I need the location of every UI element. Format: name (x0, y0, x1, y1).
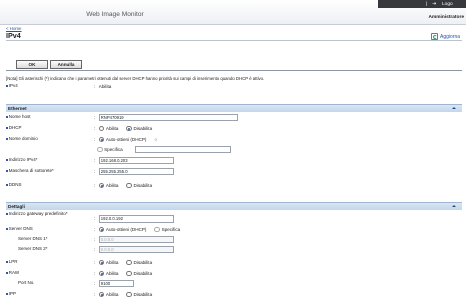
collapse-icon[interactable] (452, 107, 456, 110)
ddns-disable-option[interactable]: Disabilita (126, 182, 152, 189)
domain-specify-radio[interactable] (97, 146, 103, 153)
ipv4-label: IPv4 (6, 83, 70, 89)
ethernet-section-title: Ethernet (8, 106, 27, 111)
domain-auto-circle-icon: ○ (154, 137, 158, 142)
raw-enable-option[interactable]: Abilita (98, 270, 118, 277)
dhcp-disable-radio[interactable] (126, 125, 132, 132)
lpr-disable-radio[interactable] (126, 259, 132, 266)
title-divider (6, 40, 462, 41)
raw-disable-option[interactable]: Disabilita (126, 270, 152, 277)
dhcp-label: DHCP (8, 125, 22, 131)
domain-label: Nome dominio (8, 136, 38, 142)
ipp-enable-radio[interactable] (98, 291, 105, 298)
ipp-disable-option[interactable]: Disabilita (126, 291, 152, 298)
dhcp-enable-radio[interactable] (98, 125, 105, 132)
ipp-label: IPP (8, 291, 17, 297)
dns2-input[interactable]: 0.0.0.0 (98, 245, 174, 254)
lpr-disable-option[interactable]: Disabilita (126, 259, 152, 266)
collapse-icon[interactable] (452, 205, 456, 208)
dns1-label: Server DNS 1* (18, 236, 48, 242)
ethernet-section-header[interactable]: Ethernet (6, 104, 462, 112)
lpr-enable-radio[interactable] (98, 259, 105, 266)
dhcp-disable-option[interactable]: Disabilita (126, 125, 152, 132)
domain-auto-radio[interactable] (98, 136, 105, 143)
gateway-input[interactable]: 192.0.0.192 (98, 215, 174, 223)
page-title: IPv4 (6, 31, 21, 40)
details-section-header[interactable]: Dettagli (6, 202, 462, 210)
dns-server-label: Server DNS (8, 226, 33, 232)
button-divider (6, 69, 462, 71)
raw-label: RAW (8, 270, 20, 276)
ipv4-address-input[interactable]: 192.168.0.203 (98, 156, 174, 165)
dns-auto-option[interactable]: Auto-ottieni (DHCP) (98, 226, 146, 233)
gateway-label: Indirizzo gateway predefinito* (8, 211, 68, 216)
logout-link[interactable]: Logo (442, 2, 453, 7)
refresh-icon[interactable] (431, 33, 439, 40)
port-label: Port No. (18, 280, 35, 286)
ipp-enable-option[interactable]: Abilita (98, 291, 118, 298)
cancel-button[interactable]: Annulla (50, 60, 82, 69)
dhcp-enable-option[interactable]: Abilita (98, 125, 118, 132)
admin-label: Amministratore (428, 15, 464, 20)
subnet-input[interactable]: 255.255.255.0 (98, 167, 174, 176)
ddns-enable-option[interactable]: Abilita (98, 182, 118, 189)
port-input[interactable]: 9100 (98, 279, 134, 288)
dhcp-note: [Nota] Gli asterischi (*) indicano che i… (6, 76, 265, 81)
top-header: Web Image Monitor | ⇥ Logo Amministrator… (0, 0, 466, 25)
ipv4-value: Abilita (98, 84, 112, 89)
ipp-disable-radio[interactable] (126, 291, 132, 298)
domain-auto-option[interactable]: Auto-ottieni (DHCP) (98, 136, 146, 143)
top-right-bar: | ⇥ Logo (378, 0, 466, 8)
ddns-enable-radio[interactable] (98, 182, 105, 189)
ddns-label: DDNS (8, 182, 22, 188)
host-name-input[interactable]: RNP470919 (98, 113, 238, 122)
dns-specify-radio[interactable] (154, 226, 161, 233)
domain-specify-option[interactable]: Specifica (97, 146, 123, 153)
ok-button[interactable]: OK (16, 60, 48, 69)
host-name-label: Nome host (8, 114, 31, 120)
divider-icon: | (426, 1, 428, 7)
dns-specify-option[interactable]: Specifica (154, 226, 180, 233)
dns2-label: Server DNS 2* (18, 246, 48, 252)
dns-auto-radio[interactable] (98, 226, 105, 233)
ddns-disable-radio[interactable] (126, 182, 132, 189)
lpr-label: LPR (8, 259, 18, 265)
refresh-label[interactable]: Aggiorna (440, 34, 460, 40)
raw-enable-radio[interactable] (98, 270, 105, 277)
lpr-enable-option[interactable]: Abilita (98, 259, 118, 266)
refresh-link[interactable]: Aggiorna (431, 33, 460, 40)
ipv4-address-label: Indirizzo IPv4* (8, 157, 38, 163)
app-title: Web Image Monitor (86, 11, 144, 18)
raw-disable-radio[interactable] (126, 270, 132, 277)
domain-input[interactable] (134, 145, 231, 154)
logout-icon[interactable]: ⇥ (432, 2, 436, 7)
subnet-label: Maschera di sottorete* (8, 168, 54, 174)
dns1-input[interactable]: 0.0.0.0 (98, 235, 174, 244)
details-section-title: Dettagli (8, 204, 25, 209)
